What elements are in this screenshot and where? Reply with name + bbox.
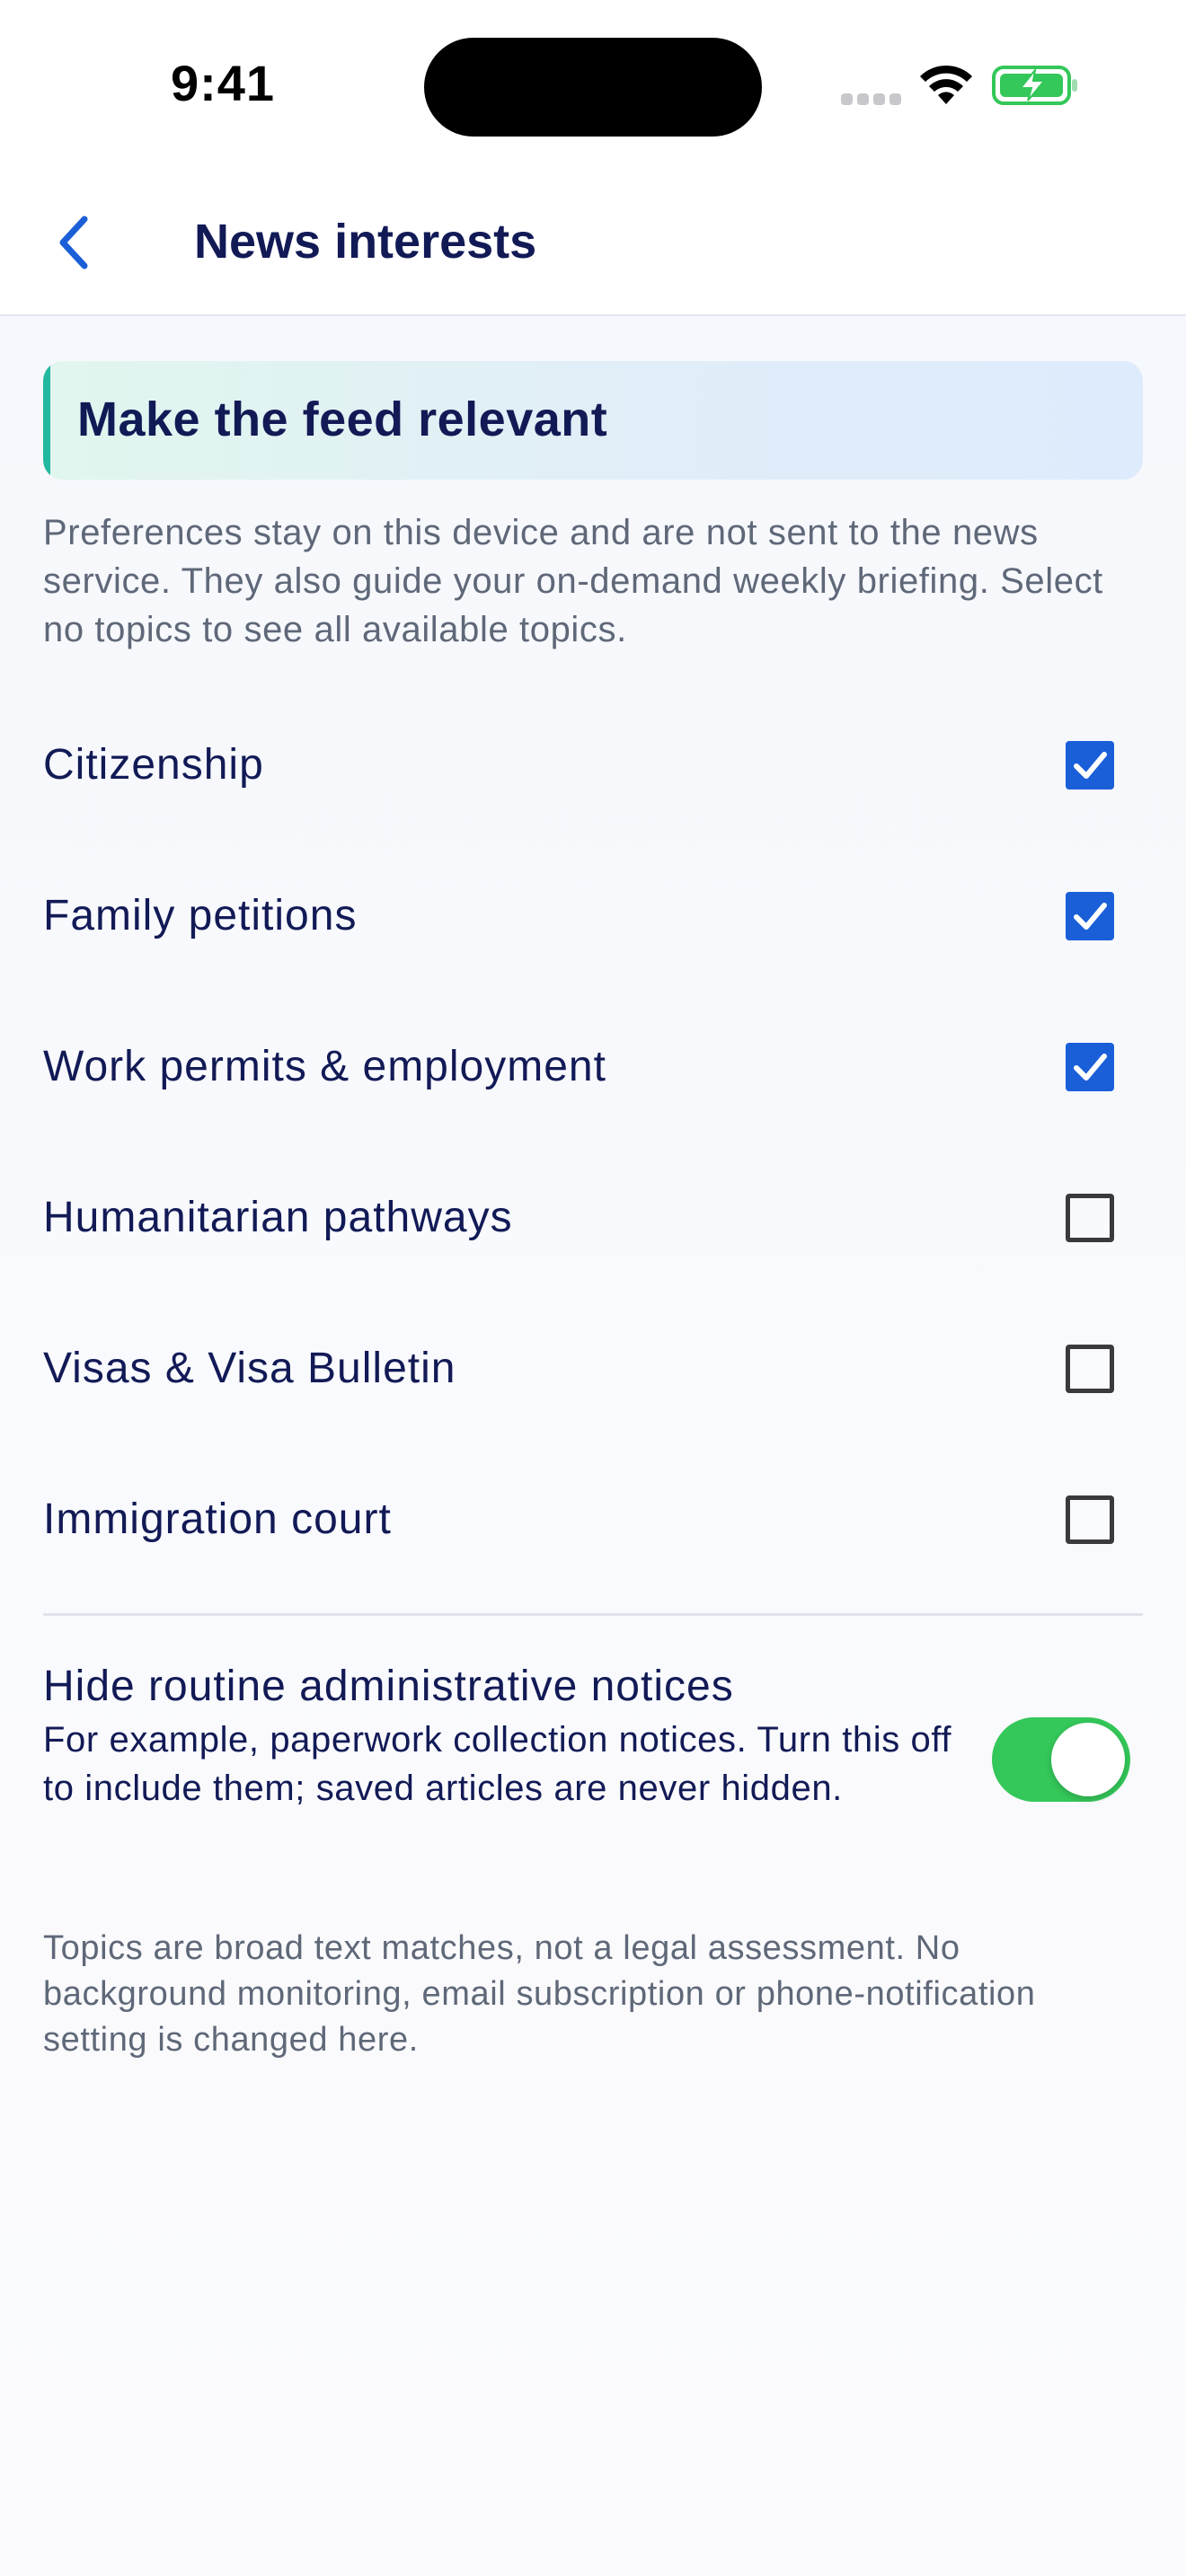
- topic-row-immigration-court[interactable]: Immigration court: [43, 1466, 1143, 1574]
- checkmark-icon: [1074, 752, 1107, 779]
- navigation-bar: News interests: [0, 171, 1186, 316]
- banner-title: Make the feed relevant: [77, 393, 608, 446]
- topic-label: Immigration court: [43, 1495, 392, 1543]
- intro-text: Preferences stay on this device and are …: [43, 513, 1103, 649]
- hide-notices-toggle[interactable]: [992, 1717, 1130, 1802]
- status-bar: 9:41: [0, 0, 1186, 171]
- topic-row-work-permits[interactable]: Work permits & employment: [43, 1013, 1143, 1121]
- topic-checkbox[interactable]: [1066, 1345, 1114, 1393]
- page-title: News interests: [194, 215, 537, 269]
- signal-icon: [841, 93, 902, 106]
- topic-checkbox[interactable]: [1066, 1194, 1114, 1242]
- topic-label: Visas & Visa Bulletin: [43, 1345, 456, 1392]
- toggle-knob: [1051, 1723, 1125, 1796]
- status-time: 9:41: [170, 55, 276, 111]
- hide-notices-title: Hide routine administrative notices: [43, 1663, 734, 1710]
- feed-banner: Make the feed relevant: [43, 361, 1143, 480]
- topic-row-humanitarian-pathways[interactable]: Humanitarian pathways: [43, 1164, 1143, 1272]
- topic-row-family-petitions[interactable]: Family petitions: [43, 862, 1143, 970]
- topic-label: Work permits & employment: [43, 1043, 606, 1090]
- hide-notices-description: For example, paperwork collection notice…: [43, 1720, 952, 1808]
- back-button[interactable]: [43, 207, 106, 278]
- checkmark-icon: [1074, 903, 1107, 930]
- section-divider: [43, 1613, 1143, 1616]
- dynamic-island: [424, 38, 762, 137]
- topic-checkbox[interactable]: [1066, 1495, 1114, 1544]
- topic-row-visas[interactable]: Visas & Visa Bulletin: [43, 1315, 1143, 1423]
- topic-checkbox[interactable]: [1066, 1043, 1114, 1091]
- footnote-text: Topics are broad text matches, not a leg…: [43, 1929, 1036, 2059]
- topic-checkbox[interactable]: [1066, 892, 1114, 940]
- wifi-icon: [918, 65, 974, 108]
- topic-label: Family petitions: [43, 892, 358, 940]
- topic-row-citizenship[interactable]: Citizenship: [43, 711, 1143, 819]
- topic-checkbox[interactable]: [1066, 741, 1114, 790]
- checkmark-icon: [1074, 1054, 1107, 1081]
- topic-label: Humanitarian pathways: [43, 1194, 513, 1241]
- topic-label: Citizenship: [43, 741, 264, 789]
- banner-accent-bar: [43, 361, 50, 480]
- battery-charging-icon: [992, 65, 1080, 106]
- chevron-left-icon: [59, 216, 88, 269]
